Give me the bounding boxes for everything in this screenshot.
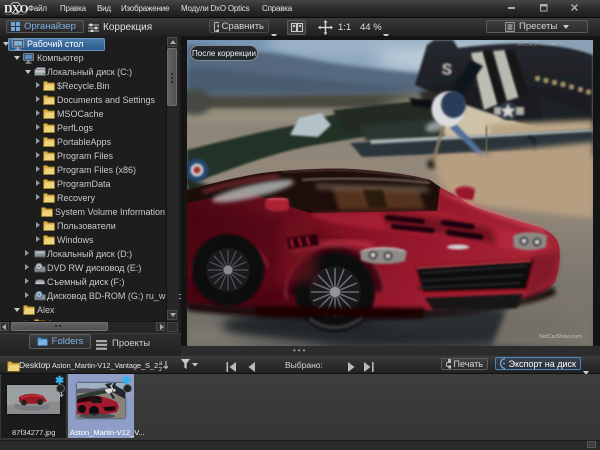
svg-text:z: z — [159, 367, 162, 371]
svg-text:DXO: DXO — [4, 4, 28, 16]
svg-text:S: S — [441, 61, 454, 79]
svg-text:NetCarShow.com: NetCarShow.com — [517, 42, 556, 48]
svg-text:NetCarShow.com: NetCarShow.com — [539, 334, 582, 340]
